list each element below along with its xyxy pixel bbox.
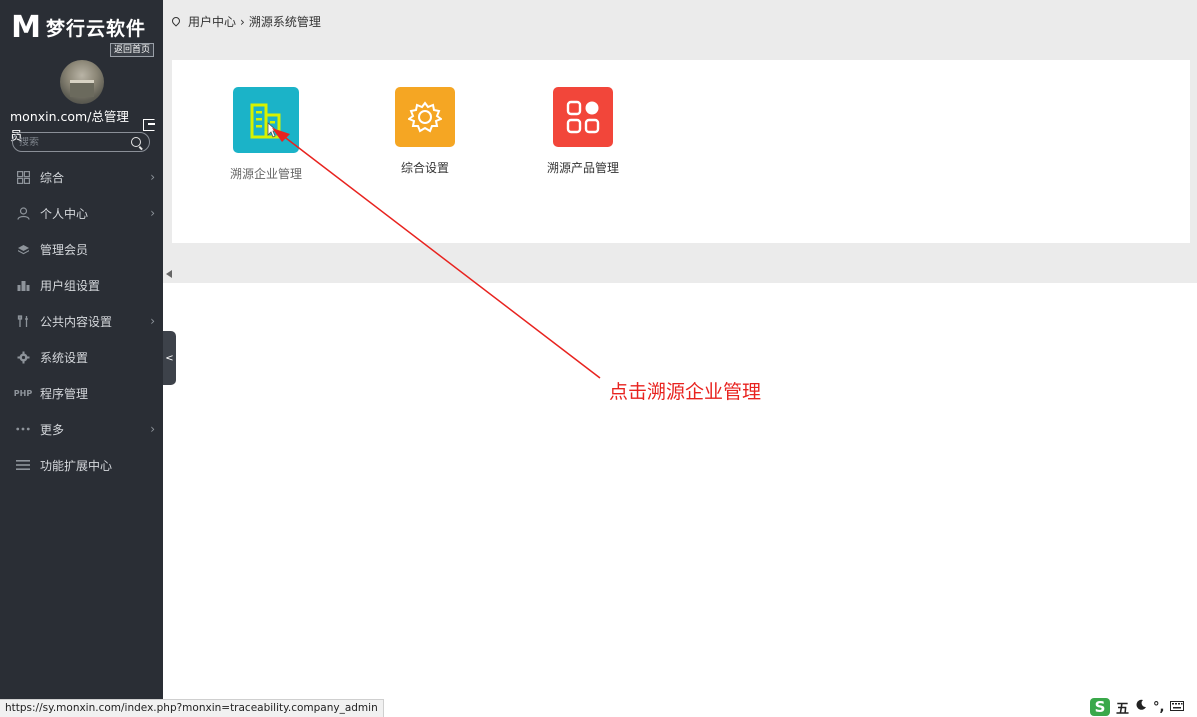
ime-punct[interactable]: °, [1153,700,1164,715]
moon-icon[interactable] [1135,699,1147,715]
ime-mode[interactable]: 五 [1116,698,1129,717]
ime-logo-icon[interactable]: S [1090,698,1110,716]
annotation-text: 点击溯源企业管理 [609,381,762,403]
annotation-arrow [272,128,601,379]
keyboard-icon[interactable] [1170,700,1185,715]
ime-toolbar[interactable]: S 五 °, [1090,697,1185,717]
status-bar-url: https://sy.monxin.com/index.php?monxin=t… [0,699,384,717]
